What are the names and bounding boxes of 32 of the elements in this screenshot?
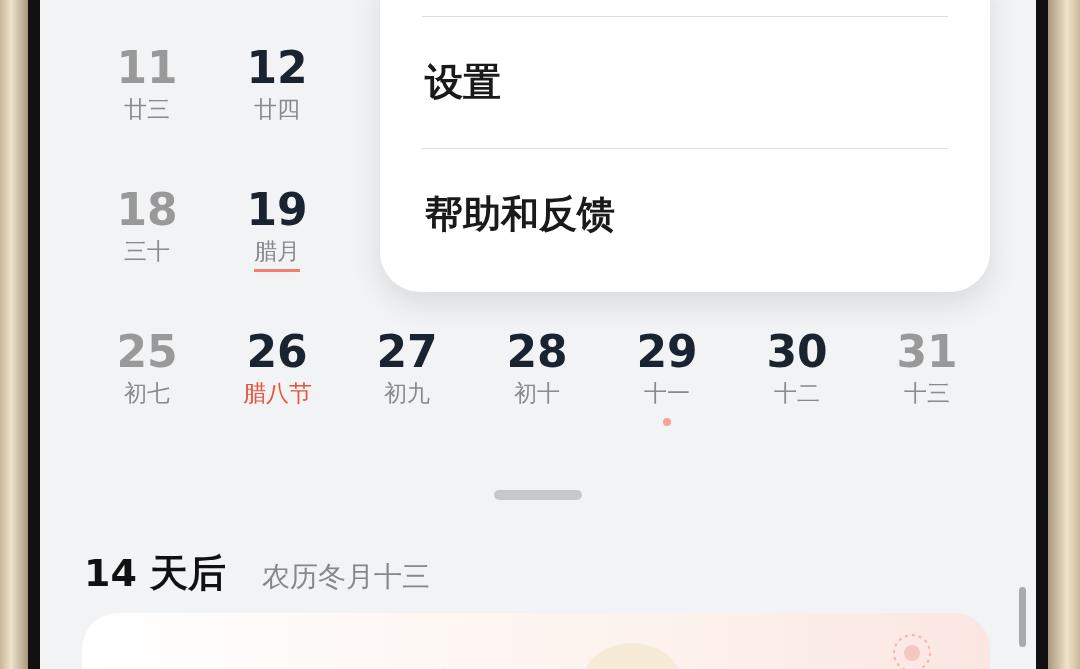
- lunar-date: 十一: [644, 379, 690, 408]
- day-cell[interactable]: 30 十二: [732, 326, 862, 468]
- day-number[interactable]: 19: [246, 184, 308, 236]
- day-number[interactable]: 28: [506, 326, 568, 378]
- day-cell[interactable]: 12 廿四: [212, 42, 342, 184]
- lunar-date: 初七: [124, 379, 170, 408]
- lunar-date: 十三: [904, 379, 950, 408]
- lunar-date: 廿三: [124, 95, 170, 124]
- day-cell[interactable]: 27 初九: [342, 326, 472, 468]
- lunar-date: 十二: [774, 379, 820, 408]
- event-dot: [663, 418, 671, 426]
- scrollbar[interactable]: [1019, 587, 1026, 647]
- day-number[interactable]: 29: [636, 326, 698, 378]
- lunar-date: 三十: [124, 237, 170, 266]
- day-cell[interactable]: 28 初十: [472, 326, 602, 468]
- day-number[interactable]: 27: [376, 326, 438, 378]
- day-cell[interactable]: 29 十一: [602, 326, 732, 468]
- lunar-date: 廿四: [254, 95, 300, 124]
- drag-handle[interactable]: [494, 490, 582, 500]
- day-number[interactable]: 26: [246, 326, 308, 378]
- lunar-date: 初十: [514, 379, 560, 408]
- day-cell[interactable]: 19 腊月: [212, 184, 342, 326]
- lunar-date: 腊八节: [242, 379, 312, 408]
- menu-item[interactable]: 设置: [422, 16, 948, 148]
- lunar-date: 腊月: [254, 236, 300, 272]
- lunar-date-subtitle: 农历冬月十三: [262, 559, 431, 595]
- day-number[interactable]: 12: [246, 42, 308, 94]
- lunar-date: 初九: [384, 379, 430, 408]
- day-cell[interactable]: 26 腊八节: [212, 326, 342, 468]
- menu-item[interactable]: 帮助和反馈: [422, 148, 948, 280]
- day-number[interactable]: 30: [766, 326, 828, 378]
- days-until-title: 14 天后: [84, 550, 227, 597]
